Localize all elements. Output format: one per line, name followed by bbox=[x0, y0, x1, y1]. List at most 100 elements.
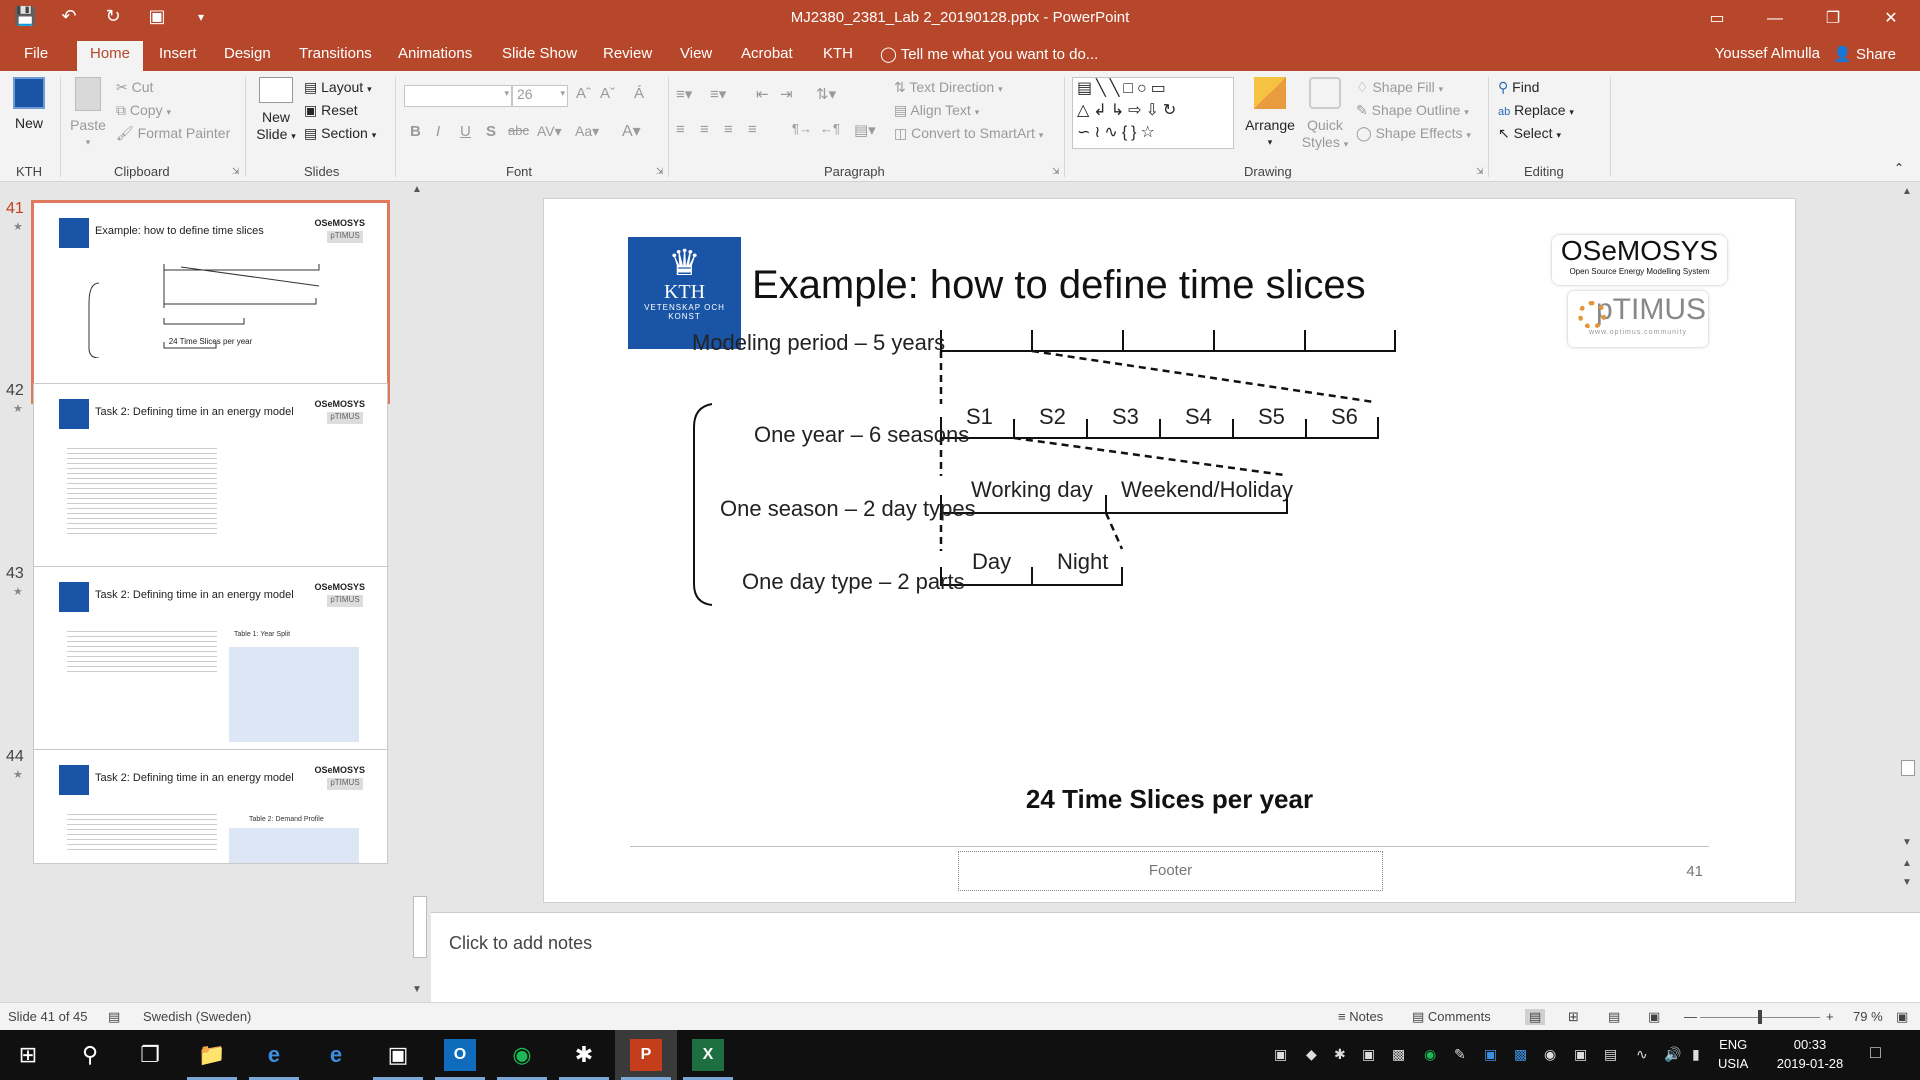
tell-me-search[interactable]: ◯ Tell me what you want to do... bbox=[880, 45, 1098, 63]
ltr-icon[interactable]: ¶→ bbox=[792, 121, 812, 136]
scroll-down-icon[interactable]: ▼ bbox=[1902, 837, 1912, 848]
line-spacing-icon[interactable]: ⇅▾ bbox=[816, 85, 836, 103]
italic-icon[interactable]: I bbox=[436, 123, 440, 140]
convert-smartart-button[interactable]: ◫ Convert to SmartArt ▾ bbox=[894, 125, 1043, 142]
shapes-gallery[interactable]: ▤╲╲□○▭ △↲↳⇨⇩↻ ∽≀∿{}☆ bbox=[1072, 77, 1234, 149]
bullets-icon[interactable]: ≡▾ bbox=[676, 85, 692, 103]
wifi-icon[interactable]: ∿ bbox=[1636, 1046, 1648, 1063]
tab-acrobat[interactable]: Acrobat bbox=[741, 45, 793, 62]
search-icon[interactable]: ⚲ bbox=[74, 1039, 106, 1071]
internet-explorer-icon[interactable]: e bbox=[258, 1039, 290, 1071]
scrollbar-thumb[interactable] bbox=[413, 896, 427, 958]
notifications-icon[interactable]: □ bbox=[1870, 1042, 1881, 1063]
align-center-icon[interactable]: ≡ bbox=[700, 121, 709, 138]
ribbon-display-icon[interactable]: ▭ bbox=[1688, 0, 1746, 37]
user-name[interactable]: Youssef Almulla bbox=[1715, 45, 1820, 62]
slideshow-icon[interactable]: ▣ bbox=[1648, 1009, 1660, 1025]
replace-button[interactable]: ab Replace ▾ bbox=[1498, 102, 1574, 118]
footer-placeholder[interactable]: Footer bbox=[958, 851, 1383, 891]
font-color-icon[interactable]: A▾ bbox=[622, 121, 641, 141]
thumbnail-slide-43[interactable]: Task 2: Defining time in an energy model… bbox=[33, 566, 388, 766]
share-button[interactable]: 👤 Share bbox=[1833, 45, 1896, 63]
zoom-level[interactable]: 79 % bbox=[1853, 1009, 1883, 1024]
slide-canvas[interactable]: ♛ KTH VETENSKAP OCH KONST Example: how t… bbox=[543, 198, 1796, 903]
tray-app-icon[interactable]: ▩ bbox=[1514, 1046, 1527, 1063]
kth-new-button[interactable]: New bbox=[10, 77, 48, 132]
justify-icon[interactable]: ≡ bbox=[748, 121, 757, 138]
tab-slide-show[interactable]: Slide Show bbox=[502, 45, 577, 62]
clear-formatting-icon[interactable]: Á bbox=[634, 85, 644, 102]
tray-app-icon[interactable]: ▣ bbox=[1574, 1046, 1587, 1063]
tray-app-icon[interactable]: ▤ bbox=[1604, 1046, 1617, 1063]
tab-file[interactable]: File bbox=[24, 45, 48, 62]
reset-button[interactable]: ▣ Reset bbox=[304, 102, 358, 119]
normal-view-icon[interactable]: ▤ bbox=[1525, 1009, 1546, 1025]
format-painter-button[interactable]: 🖌 Format Painter bbox=[116, 125, 230, 142]
thumbnail-slide-41[interactable]: Example: how to define time slices OSeMO… bbox=[31, 200, 390, 404]
new-slide-button[interactable]: New Slide ▾ bbox=[252, 77, 300, 145]
tray-app-icon[interactable]: ◆ bbox=[1306, 1046, 1317, 1063]
dialog-launcher-icon[interactable]: ⇲ bbox=[232, 166, 240, 177]
notes-button[interactable]: ≡ Notes bbox=[1338, 1009, 1383, 1024]
underline-icon[interactable]: U bbox=[460, 123, 471, 140]
zoom-slider[interactable] bbox=[1700, 1010, 1820, 1024]
cut-button[interactable]: ✂ Cut bbox=[116, 79, 153, 96]
close-icon[interactable]: ✕ bbox=[1862, 0, 1920, 37]
copy-button[interactable]: ⧉ Copy ▾ bbox=[116, 102, 171, 119]
font-size-input[interactable]: 26 ▾ bbox=[512, 85, 568, 107]
layout-button[interactable]: ▤ Layout ▾ bbox=[304, 79, 372, 96]
align-right-icon[interactable]: ≡ bbox=[724, 121, 733, 138]
zoom-in-icon[interactable]: + bbox=[1826, 1009, 1834, 1024]
text-direction-button[interactable]: ⇅ Text Direction ▾ bbox=[894, 79, 1003, 96]
scroll-down-icon[interactable]: ▼ bbox=[412, 984, 422, 995]
scroll-up-icon[interactable]: ▲ bbox=[412, 184, 422, 195]
tray-app-icon[interactable]: ▣ bbox=[1274, 1046, 1287, 1063]
input-language[interactable]: ENG USIA bbox=[1718, 1035, 1748, 1073]
edge-icon[interactable]: e bbox=[320, 1039, 352, 1071]
tray-app-icon[interactable]: ▣ bbox=[1362, 1046, 1375, 1063]
sticky-notes-icon[interactable]: ▣ bbox=[382, 1039, 414, 1071]
tab-transitions[interactable]: Transitions bbox=[299, 45, 372, 62]
increase-indent-icon[interactable]: ⇥ bbox=[780, 85, 793, 103]
editor-scrollbar[interactable]: ▲ ▼ ▲ ▼ bbox=[1897, 182, 1920, 912]
rtl-icon[interactable]: ←¶ bbox=[820, 121, 840, 136]
change-case-icon[interactable]: Aa▾ bbox=[575, 123, 599, 140]
character-spacing-icon[interactable]: AV▾ bbox=[537, 123, 562, 140]
task-view-icon[interactable]: ❐ bbox=[134, 1039, 166, 1071]
tab-design[interactable]: Design bbox=[224, 45, 271, 62]
collapse-ribbon-icon[interactable]: ⌃ bbox=[1894, 161, 1904, 175]
start-icon[interactable]: ⊞ bbox=[12, 1039, 44, 1071]
tab-home[interactable]: Home bbox=[77, 41, 144, 71]
bold-icon[interactable]: B bbox=[410, 123, 421, 140]
shape-outline-button[interactable]: ✎ Shape Outline ▾ bbox=[1356, 102, 1469, 119]
excel-icon[interactable]: X bbox=[692, 1039, 724, 1071]
strikethrough-icon[interactable]: abc bbox=[508, 123, 529, 138]
decrease-indent-icon[interactable]: ⇤ bbox=[756, 85, 769, 103]
tray-outlook-icon[interactable]: ▣ bbox=[1484, 1046, 1497, 1063]
comments-button[interactable]: ▤ Comments bbox=[1412, 1009, 1491, 1025]
fit-slide-icon[interactable]: ▣ bbox=[1896, 1009, 1908, 1025]
battery-icon[interactable]: ▮ bbox=[1692, 1046, 1700, 1063]
tray-box-icon[interactable]: ▩ bbox=[1392, 1046, 1405, 1063]
outlook-icon[interactable]: O bbox=[444, 1039, 476, 1071]
tray-spotify-icon[interactable]: ◉ bbox=[1424, 1046, 1436, 1063]
restore-icon[interactable]: ❐ bbox=[1804, 0, 1862, 37]
reading-view-icon[interactable]: ▤ bbox=[1608, 1009, 1620, 1025]
thumbnail-slide-42[interactable]: Task 2: Defining time in an energy model… bbox=[33, 383, 388, 583]
spell-check-icon[interactable]: ▤ bbox=[108, 1009, 120, 1025]
shadow-icon[interactable]: S bbox=[486, 123, 496, 140]
tab-animations[interactable]: Animations bbox=[398, 45, 472, 62]
tab-insert[interactable]: Insert bbox=[159, 45, 197, 62]
find-button[interactable]: ⚲ Find bbox=[1498, 79, 1539, 96]
zoom-slider-thumb[interactable] bbox=[1758, 1010, 1762, 1024]
volume-icon[interactable]: 🔊 bbox=[1664, 1046, 1681, 1063]
numbering-icon[interactable]: ≡▾ bbox=[710, 85, 726, 103]
zoom-out-icon[interactable]: — bbox=[1684, 1009, 1697, 1024]
previous-slide-icon[interactable]: ▲ bbox=[1902, 858, 1912, 869]
minimize-icon[interactable]: — bbox=[1746, 0, 1804, 37]
align-text-button[interactable]: ▤ Align Text ▾ bbox=[894, 102, 979, 119]
align-left-icon[interactable]: ≡ bbox=[676, 121, 685, 138]
columns-icon[interactable]: ▤▾ bbox=[854, 121, 876, 139]
paste-button[interactable]: Paste ▾ bbox=[70, 77, 106, 151]
grow-font-icon[interactable]: Aˆ bbox=[576, 85, 591, 102]
